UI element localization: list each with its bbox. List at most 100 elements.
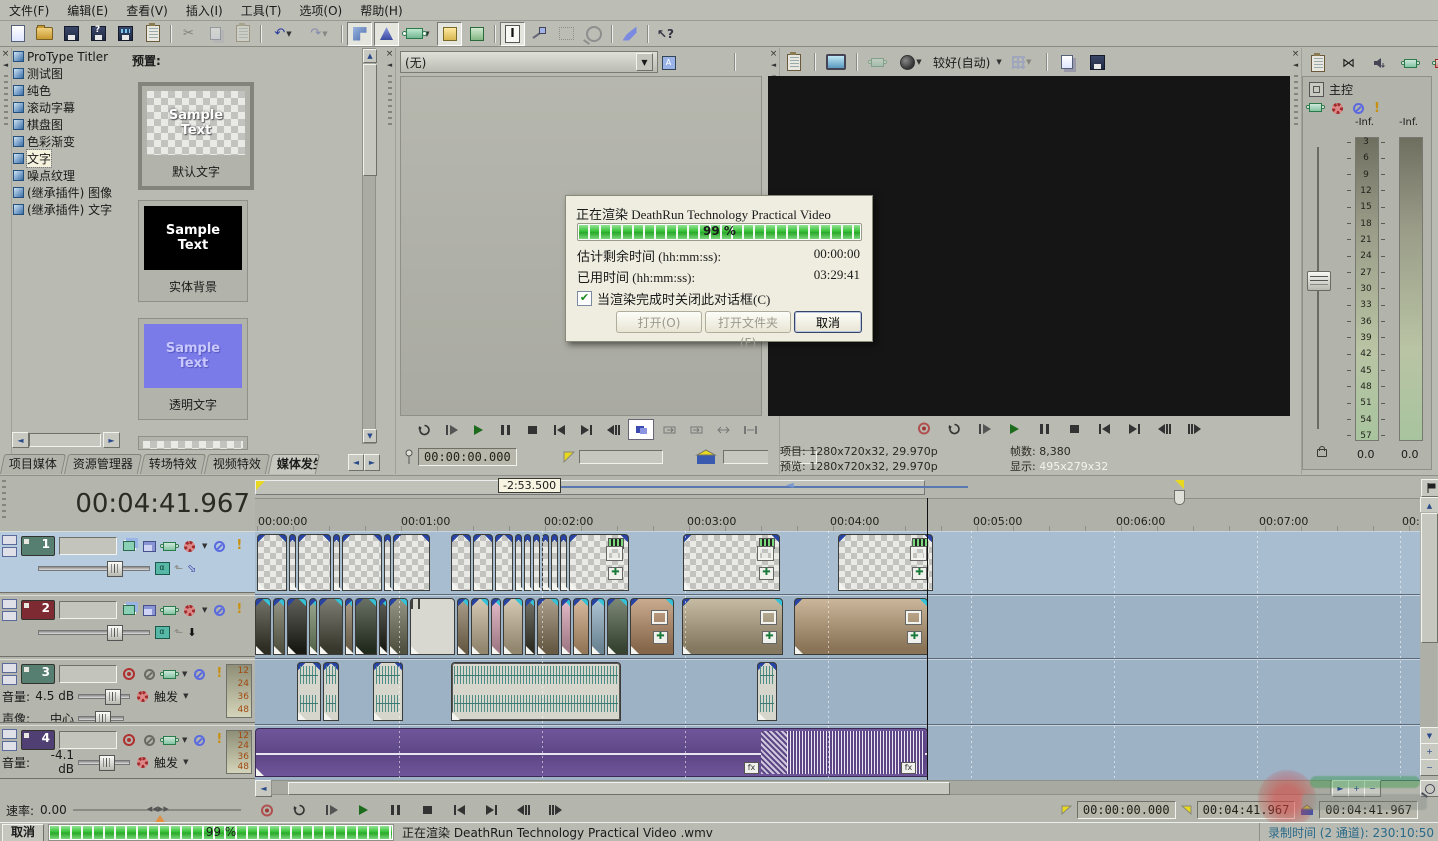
menu-item[interactable]: 文件(F) xyxy=(0,0,58,21)
title-event[interactable]: ✚ xyxy=(560,534,567,591)
phase-invert-button[interactable] xyxy=(141,733,157,747)
trimmer-bar[interactable] xyxy=(579,450,663,464)
pause-button[interactable] xyxy=(1032,419,1056,438)
title-event[interactable]: ✚ xyxy=(495,534,513,591)
video-event[interactable]: ✚ xyxy=(525,598,535,655)
video-event[interactable]: ✚ xyxy=(273,598,285,655)
generator-preset-select[interactable]: (无) ▼ xyxy=(400,51,658,73)
record-button[interactable] xyxy=(912,419,936,438)
title-event[interactable]: ✚ xyxy=(451,534,471,591)
audio-event[interactable] xyxy=(323,662,339,721)
generator-item[interactable]: 噪点纹理 xyxy=(12,167,124,184)
solo-button[interactable]: ! xyxy=(231,603,247,617)
pan-crop-icon[interactable] xyxy=(652,611,667,624)
music-audio-event[interactable]: fx fx xyxy=(255,728,928,777)
automation-settings-button[interactable] xyxy=(134,755,150,769)
go-to-start-button[interactable] xyxy=(1092,419,1116,438)
marker-tool-button[interactable] xyxy=(1421,479,1438,497)
preset-solid-background[interactable]: SampleText 实体背景 xyxy=(138,200,248,302)
video-event[interactable]: ✚ xyxy=(379,598,387,655)
menu-item[interactable]: 选项(O) xyxy=(290,0,351,21)
shuttle-thumb[interactable]: ◂◂▸▸ xyxy=(147,802,169,815)
insert-assignable-fx-button[interactable] xyxy=(1429,51,1438,75)
dock-tab[interactable]: 转场特效 xyxy=(140,454,206,474)
track-fx-button[interactable] xyxy=(161,667,177,681)
preview-quality-label[interactable]: 较好(自动) xyxy=(931,54,992,71)
video-event[interactable]: ✚ xyxy=(457,598,469,655)
end-marker-icon[interactable] xyxy=(1175,480,1184,489)
loop-playback-button[interactable] xyxy=(412,420,436,439)
pin-icon[interactable]: ◄ xyxy=(1293,61,1298,69)
audio-event[interactable] xyxy=(451,662,621,721)
copy-button[interactable] xyxy=(203,22,228,46)
master-gear-icon[interactable] xyxy=(1332,103,1343,114)
title-event[interactable]: ✚ xyxy=(393,534,430,591)
chevron-down-icon[interactable]: ▼ xyxy=(202,542,207,550)
menu-item[interactable]: 插入(I) xyxy=(177,0,232,21)
chevron-down-icon[interactable]: ▼ xyxy=(202,606,207,614)
render-as-button[interactable] xyxy=(113,22,138,46)
play-from-start-button[interactable] xyxy=(439,420,463,439)
close-icon[interactable]: × xyxy=(770,50,778,59)
timeline-hscrollbar[interactable] xyxy=(271,780,1331,795)
preset-default-text[interactable]: SampleText 默认文字 xyxy=(138,82,254,190)
pan-crop-icon[interactable] xyxy=(911,547,926,560)
arm-record-button[interactable] xyxy=(121,733,137,747)
zoom-edit-tool-button[interactable] xyxy=(581,22,606,46)
select-right-button[interactable] xyxy=(684,420,708,439)
play-button[interactable] xyxy=(466,420,490,439)
track-motion-button[interactable] xyxy=(141,539,157,553)
video-event[interactable]: ✚ xyxy=(471,598,489,655)
track-name-field[interactable] xyxy=(59,665,117,683)
mute-button[interactable] xyxy=(211,539,227,553)
track-fx-button[interactable] xyxy=(161,603,177,617)
cut-button[interactable]: ✂ xyxy=(176,22,201,46)
cancel-button[interactable]: 取消 xyxy=(794,311,862,333)
parent-composite-icon[interactable]: α xyxy=(154,561,170,575)
title-event[interactable]: ✚ xyxy=(524,534,531,591)
title-event[interactable]: ✚ xyxy=(333,534,340,591)
title-event[interactable]: ✚ xyxy=(384,534,391,591)
dock-grip[interactable] xyxy=(4,75,8,127)
event-fx-icon[interactable]: ✚ xyxy=(912,567,927,580)
open-button[interactable] xyxy=(32,22,57,46)
save-as-button[interactable] xyxy=(86,22,111,46)
dock-tab[interactable]: 视频特效 xyxy=(204,454,270,474)
menu-item[interactable]: 编辑(E) xyxy=(58,0,117,21)
close-on-finish-checkbox[interactable]: ✔ 当渲染完成时关闭此对话框(C) xyxy=(577,289,770,308)
parent-composite-icon[interactable]: α xyxy=(154,625,170,639)
redo-button[interactable]: ↷▼ xyxy=(302,22,336,46)
fader-thumb[interactable] xyxy=(1307,271,1331,291)
new-project-button[interactable] xyxy=(5,22,30,46)
tab-scroll-right-icon[interactable]: ► xyxy=(364,454,380,471)
audio-event[interactable] xyxy=(757,662,777,721)
redo-dropdown-icon[interactable]: ▼ xyxy=(322,30,327,38)
pin-icon[interactable]: ◄ xyxy=(387,61,392,69)
chevron-down-icon[interactable]: ▼ xyxy=(996,58,1001,66)
title-event[interactable]: ✚ xyxy=(298,534,331,591)
scroll-right-icon[interactable]: ► xyxy=(103,432,120,448)
preset-transparent-text[interactable]: SampleText 透明文字 xyxy=(138,318,248,420)
auto-ripple-button[interactable]: ▼ xyxy=(401,22,435,46)
chevron-down-icon[interactable]: ▼ xyxy=(636,53,653,71)
menu-item[interactable]: 工具(T) xyxy=(232,0,291,21)
downmix-output-button[interactable]: ⋈ xyxy=(1336,51,1361,75)
title-event[interactable]: ✚ xyxy=(515,534,522,591)
track-minmax[interactable] xyxy=(2,663,17,685)
paste-button[interactable] xyxy=(230,22,255,46)
zoom-tool-button[interactable] xyxy=(1420,780,1438,797)
envelope-edit-tool-button[interactable] xyxy=(527,22,552,46)
pan-value[interactable]: 中心 xyxy=(34,710,74,724)
event-fx-icon[interactable]: ✚ xyxy=(759,567,774,580)
automation-settings-button[interactable] xyxy=(181,603,197,617)
zoom-in-track-height-icon[interactable]: + xyxy=(1420,743,1438,760)
tab-scroll-left-icon[interactable]: ◄ xyxy=(348,454,364,471)
track-fx-button[interactable] xyxy=(161,733,177,747)
track-name-field[interactable] xyxy=(59,731,117,749)
track-number[interactable]: 2 xyxy=(21,600,55,620)
title-event[interactable]: ✚ xyxy=(542,534,549,591)
video-event[interactable]: ✚ xyxy=(389,598,408,655)
compositing-mode-button[interactable] xyxy=(121,539,137,553)
loop-playback-button[interactable] xyxy=(942,419,966,438)
track-minmax[interactable] xyxy=(2,729,17,751)
